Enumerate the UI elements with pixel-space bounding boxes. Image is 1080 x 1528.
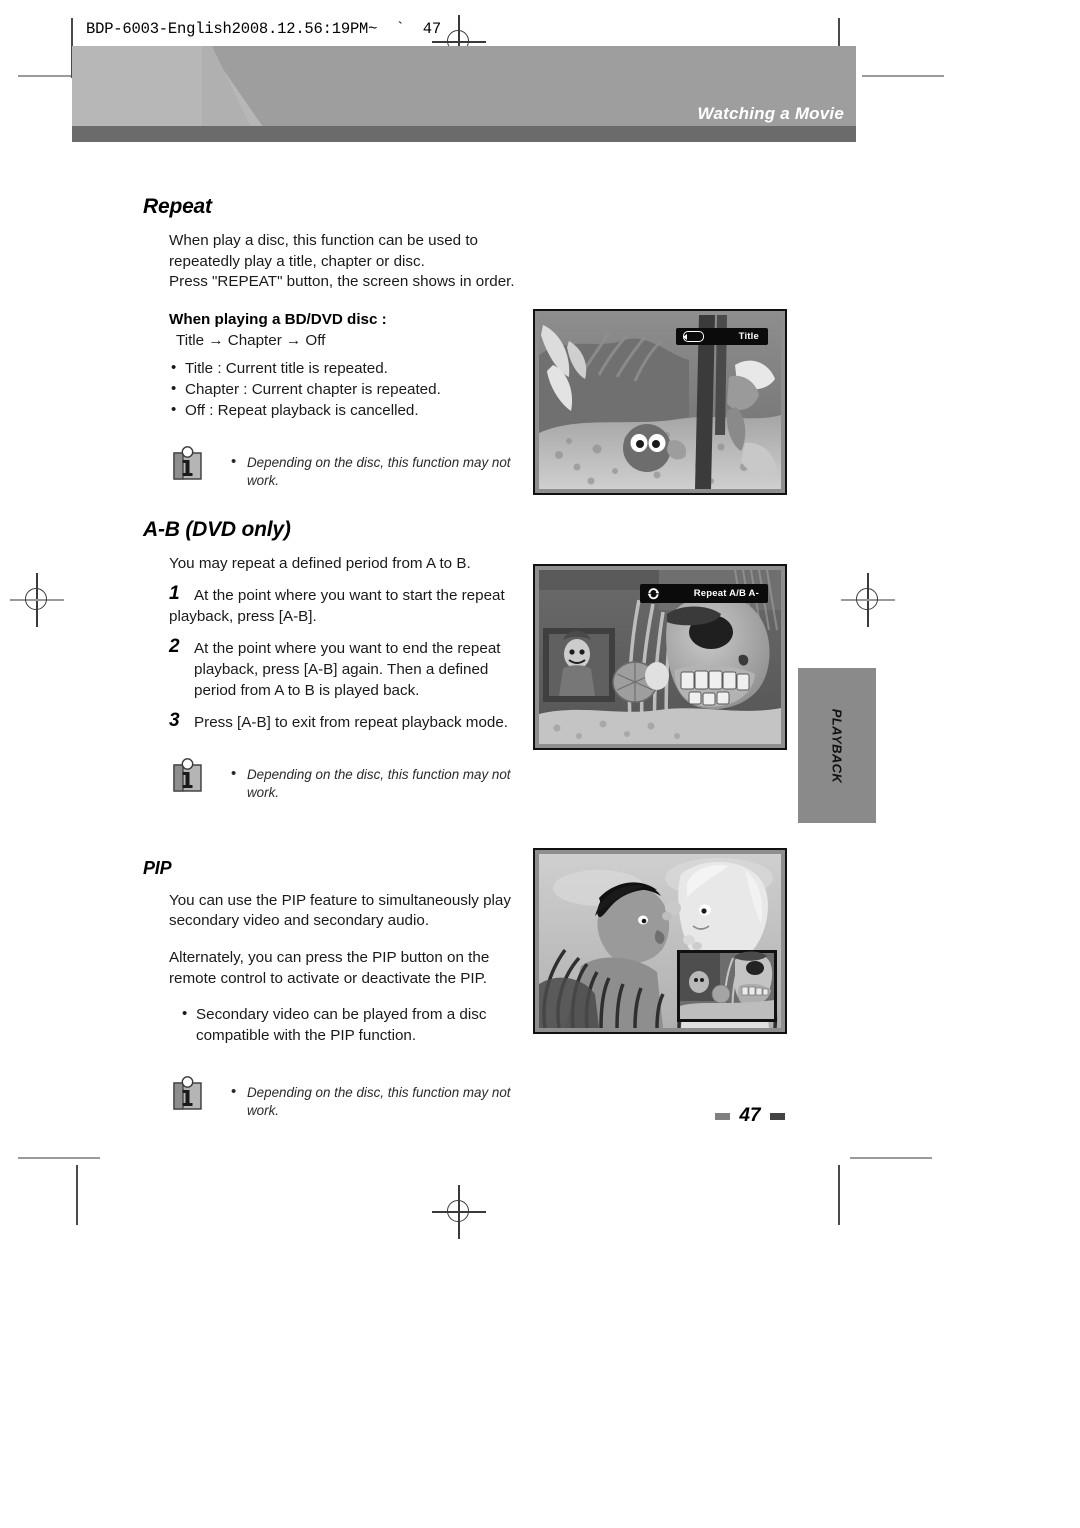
step-text: At the point where you want to end the r… [194, 640, 501, 699]
screenshot-pip [533, 848, 787, 1034]
manual-page: Watching a Movie BDP-6003-English2008.12… [0, 0, 1080, 1528]
crop-mark-bottom-right-vertical [838, 1165, 840, 1225]
section-title-ab: A-B (DVD only) [143, 517, 291, 541]
section-title-pip: PIP [143, 857, 172, 878]
step-number: 1 [169, 583, 180, 605]
crop-mark-bottom-left-vertical [76, 1165, 78, 1225]
header-section-title: Watching a Movie [697, 104, 844, 123]
step-text: Press [A-B] to exit from repeat playback… [194, 714, 509, 732]
repeat-subheading: When playing a BD/DVD disc : [169, 310, 387, 328]
repeat-loop-icon [683, 331, 704, 342]
note-repeat: Depending on the disc, this function may… [171, 444, 515, 490]
note-text: Depending on the disc, this function may… [231, 444, 515, 490]
pip-bullet-list: Secondary video can be played from a dis… [180, 1004, 515, 1046]
page-footer: 47 [0, 1105, 1080, 1127]
section-pip: PIP You can use the PIP feature to simul… [143, 858, 515, 1121]
pip-paragraph-1: You can use the PIP feature to simultane… [169, 891, 511, 930]
file-name-stamp: BDP-6003-English2008.12.56:19PM~ ` 47 [78, 18, 447, 41]
osd-label: Title [738, 331, 759, 342]
side-tab-playback: PLAYBACK [798, 668, 876, 823]
header-underbar [72, 126, 856, 142]
registration-mark-left [10, 573, 64, 627]
page-number: 47 [739, 1105, 761, 1126]
osd-repeat-ab: Repeat A/B A- [640, 584, 768, 603]
footer-dash-left [715, 1112, 731, 1120]
registration-mark-right [841, 573, 895, 627]
footer-dash-right [769, 1112, 785, 1120]
repeat-bullet-list: Title : Current title is repeated. Chapt… [169, 358, 515, 422]
screenshot-repeat-title: Title [533, 309, 787, 495]
step-text-continued: playback, press [A-B]. [169, 607, 317, 625]
step-number: 3 [169, 710, 180, 732]
repeat-paragraph-2: Press "REPEAT" button, the screen shows … [169, 273, 515, 291]
repeat-sequence: Title → Chapter → Off [176, 331, 326, 349]
section-title-repeat: Repeat [143, 195, 212, 218]
ab-step-3: 3 Press [A-B] to exit from repeat playba… [169, 710, 515, 734]
repeat-paragraph-1: When play a disc, this function can be u… [169, 232, 478, 270]
screenshot-pip-image [539, 854, 781, 1028]
information-icon [171, 444, 204, 482]
pip-paragraph-2: Alternately, you can press the PIP butto… [169, 948, 490, 987]
ab-intro: You may repeat a defined period from A t… [169, 554, 471, 572]
section-ab: A-B (DVD only) You may repeat a defined … [143, 518, 515, 802]
note-ab: Depending on the disc, this function may… [171, 756, 515, 802]
osd-label: Repeat A/B A- [693, 588, 759, 599]
step-text: At the point where you want to start the… [194, 587, 505, 605]
list-item: Chapter : Current chapter is repeated. [169, 379, 515, 401]
screenshot-repeat-ab: Repeat A/B A- [533, 564, 787, 750]
list-item: Secondary video can be played from a dis… [180, 1004, 515, 1046]
crop-mark-bottom-left [18, 1157, 100, 1159]
section-repeat: Repeat When play a disc, this function c… [143, 195, 515, 490]
content-column-left: Repeat When play a disc, this function c… [143, 195, 515, 1120]
list-item: Title : Current title is repeated. [169, 358, 515, 380]
information-icon [171, 756, 204, 794]
repeat-cycle-icon [647, 587, 660, 600]
osd-repeat-title: Title [676, 328, 768, 345]
ab-step-1: 1 At the point where you want to start t… [169, 583, 515, 627]
step-number: 2 [169, 636, 180, 658]
note-text: Depending on the disc, this function may… [231, 756, 515, 802]
crop-mark-top-right [862, 75, 944, 77]
side-tab-label: PLAYBACK [829, 708, 845, 783]
list-item: Off : Repeat playback is cancelled. [169, 400, 515, 422]
crop-mark-bottom-right [850, 1157, 932, 1159]
ab-step-2: 2 At the point where you want to end the… [169, 636, 515, 701]
registration-mark-bottom [432, 1185, 486, 1239]
